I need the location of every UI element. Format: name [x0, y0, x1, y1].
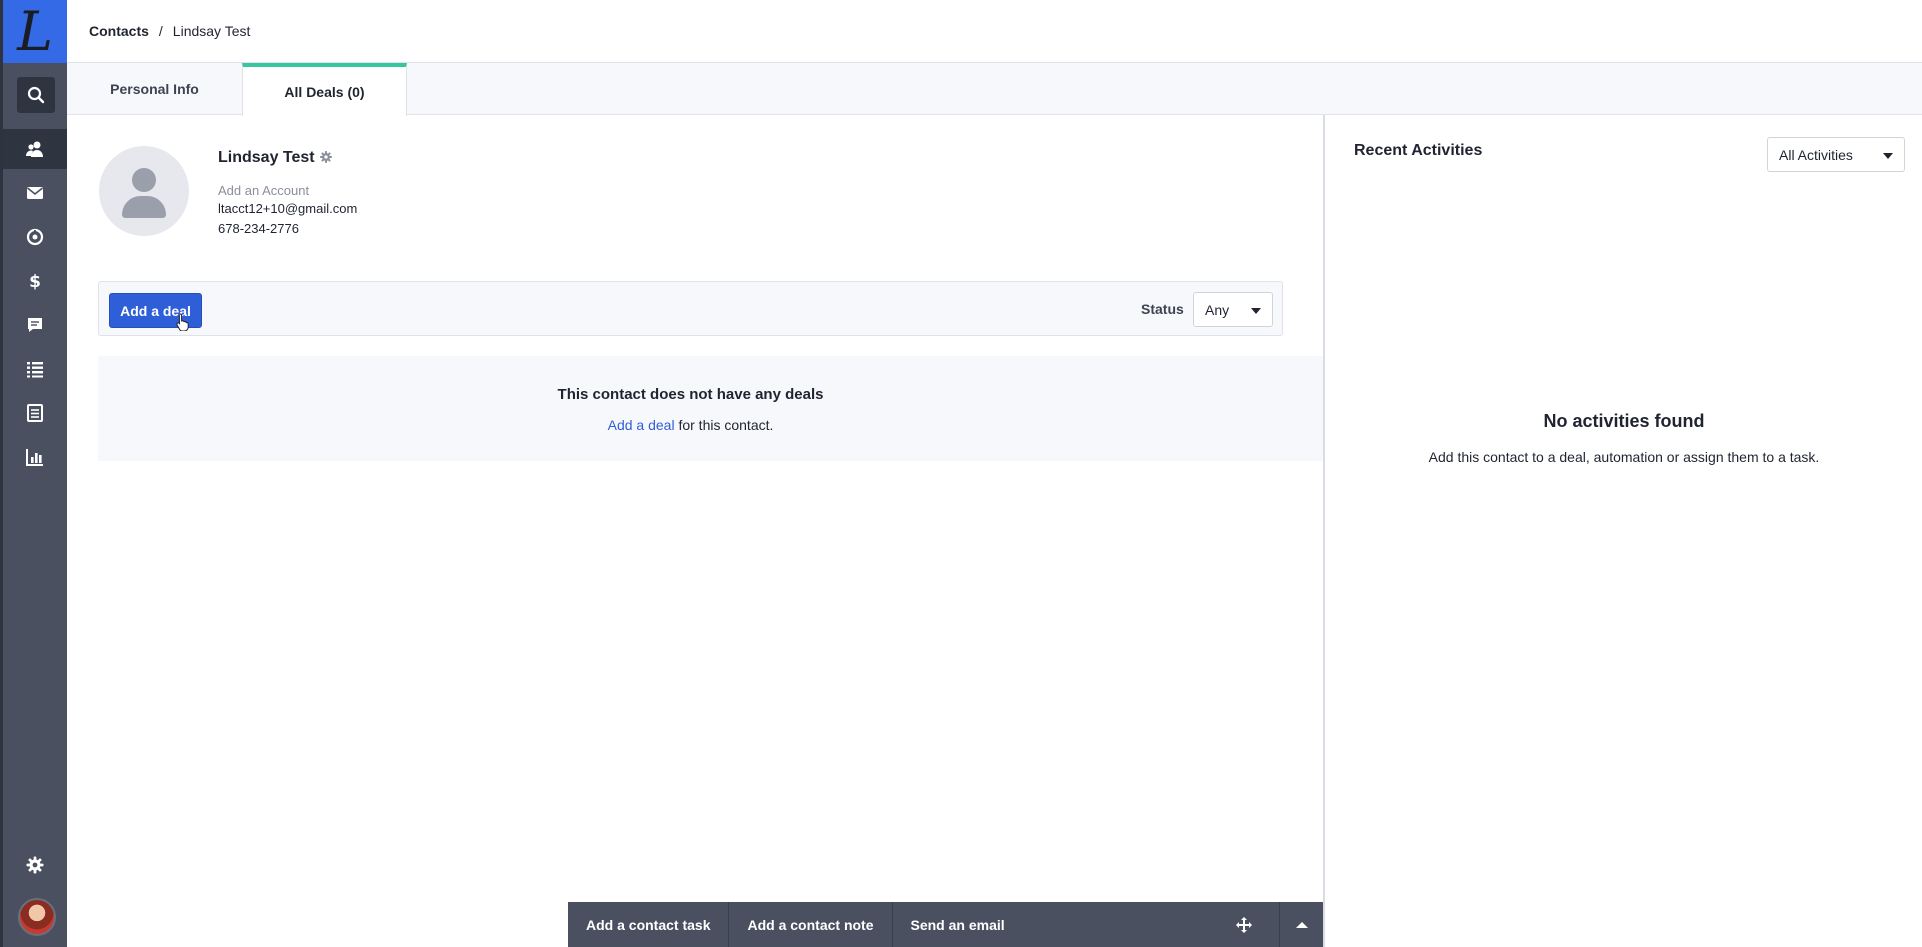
status-label: Status [1141, 301, 1184, 317]
tab-personal-info[interactable]: Personal Info [67, 63, 242, 115]
avatar-body-shape [122, 196, 166, 218]
chevron-down-icon [1251, 308, 1261, 314]
chevron-up-icon [1295, 921, 1308, 928]
contact-phone[interactable]: 678-234-2776 [218, 221, 299, 236]
panel-divider [1323, 115, 1325, 947]
breadcrumb-current: Lindsay Test [172, 23, 251, 39]
sidebar-item-lists[interactable] [3, 349, 67, 389]
contact-email[interactable]: ltacct12+10@gmail.com [218, 201, 357, 216]
no-activities-title: No activities found [1543, 411, 1705, 431]
send-email-button[interactable]: Send an email [893, 902, 1023, 947]
status-select[interactable]: Any [1193, 292, 1273, 327]
deals-toolbar: Add a deal Status Any [98, 281, 1283, 336]
user-avatar[interactable] [18, 898, 56, 936]
gear-icon [26, 856, 44, 874]
dollar-icon: $ [29, 272, 41, 291]
empty-deals-title: This contact does not have any deals [557, 386, 824, 403]
deals-empty-state: This contact does not have any deals Add… [98, 356, 1323, 461]
contact-name: Lindsay Test [218, 149, 315, 166]
logo-letter: L [17, 0, 53, 63]
sidebar: L $ [0, 0, 67, 947]
contacts-icon [26, 141, 43, 157]
search-icon [27, 86, 45, 104]
activities-filter-value: All Activities [1779, 146, 1853, 163]
add-contact-task-button[interactable]: Add a contact task [568, 902, 730, 947]
contact-settings-gear-icon[interactable] [319, 150, 333, 164]
breadcrumb-contacts-link[interactable]: Contacts [89, 23, 149, 39]
contact-avatar [99, 146, 189, 236]
sidebar-item-contacts[interactable] [3, 129, 67, 169]
sidebar-item-automations[interactable] [3, 217, 67, 257]
empty-deals-subtitle: Add a deal for this contact. [98, 417, 1283, 433]
sidebar-item-reports[interactable] [3, 437, 67, 477]
sidebar-item-conversations[interactable] [3, 305, 67, 345]
conversations-icon [28, 318, 42, 332]
svg-text:$: $ [29, 272, 41, 291]
tab-bar: Personal Info All Deals (0) [67, 63, 1922, 116]
breadcrumb-separator: / [158, 23, 163, 39]
move-icon[interactable] [1234, 915, 1254, 935]
app-logo[interactable]: L [3, 0, 67, 63]
no-activities-subtitle: Add this contact to a deal, automation o… [1428, 449, 1820, 465]
avatar-head-shape [132, 168, 156, 192]
sidebar-item-settings[interactable] [3, 845, 67, 885]
list-icon [27, 362, 43, 378]
reports-icon [26, 449, 43, 466]
automations-icon [26, 228, 44, 246]
empty-add-deal-link[interactable]: Add a deal [608, 417, 675, 433]
sidebar-item-pages[interactable] [3, 393, 67, 433]
collapse-action-bar-button[interactable] [1279, 902, 1323, 947]
add-contact-note-button[interactable]: Add a contact note [729, 902, 893, 947]
chevron-down-icon [1883, 153, 1893, 159]
sidebar-item-email[interactable] [3, 173, 67, 213]
breadcrumb: Contacts / Lindsay Test [67, 0, 1922, 63]
pages-icon [27, 404, 43, 422]
activities-filter-select[interactable]: All Activities [1767, 137, 1905, 172]
email-icon [27, 187, 43, 199]
sidebar-item-deals[interactable]: $ [3, 261, 67, 301]
pointer-cursor-icon [176, 313, 189, 331]
sidebar-item-search[interactable] [17, 77, 55, 113]
contact-action-bar: Add a contact task Add a contact note Se… [568, 902, 1323, 947]
recent-activities-title: Recent Activities [1354, 142, 1483, 159]
add-account-link[interactable]: Add an Account [218, 183, 309, 198]
empty-deals-suffix: for this contact. [674, 417, 774, 433]
tab-all-deals[interactable]: All Deals (0) [242, 63, 407, 116]
status-select-value: Any [1205, 301, 1230, 318]
